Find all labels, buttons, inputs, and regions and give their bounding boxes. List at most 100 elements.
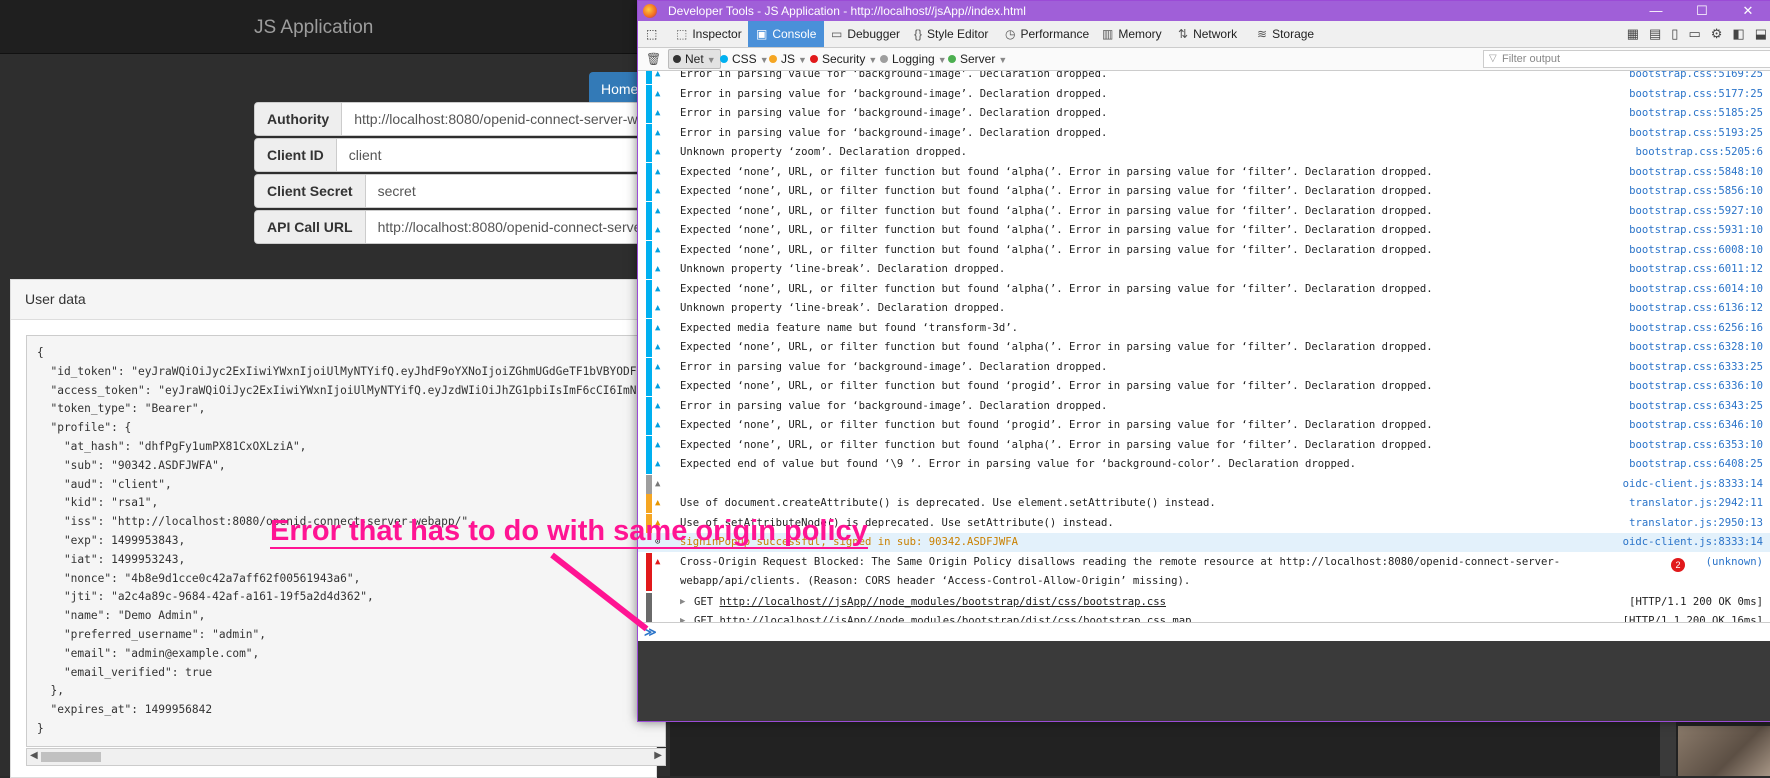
element-picker-icon[interactable]: ⬚: [646, 21, 657, 47]
dock-bottom-icon[interactable]: ⬓: [1755, 21, 1767, 47]
message-source-link[interactable]: bootstrap.css:5177:25: [1629, 85, 1763, 104]
message-source-link[interactable]: bootstrap.css:6328:10: [1629, 338, 1763, 357]
console-message[interactable]: ▲ Expected ‘none’, URL, or filter functio…: [638, 162, 1770, 182]
settings-gear-icon[interactable]: ⚙: [1711, 21, 1723, 47]
json-line: {: [37, 346, 44, 359]
json-line: "email_verified": true: [37, 665, 213, 679]
console-message[interactable]: ▲ Error in parsing value for ‘background-…: [638, 357, 1770, 377]
page-scrollbar[interactable]: [1660, 720, 1676, 776]
tab-label: Debugger: [847, 27, 901, 41]
message-source-link[interactable]: bootstrap.css:6336:10: [1629, 377, 1763, 396]
message-source-link[interactable]: bootstrap.css:6408:25: [1629, 455, 1763, 474]
filter-server[interactable]: Server ▼: [948, 48, 1007, 70]
maximize-icon[interactable]: ☐: [1679, 1, 1725, 21]
tab-inspector[interactable]: ⬚ Inspector: [676, 21, 742, 47]
dock-side-icon[interactable]: ◧: [1732, 21, 1744, 47]
console-message[interactable]: ▲ Expected ‘none’, URL, or filter functio…: [638, 377, 1770, 396]
console-message[interactable]: ▲ Expected end of value but found ‘\9 ’. …: [638, 455, 1770, 474]
filter-js[interactable]: JS ▼: [769, 48, 807, 70]
responsive-icon[interactable]: ▯: [1671, 21, 1678, 47]
message-source-link[interactable]: bootstrap.css:5931:10: [1629, 221, 1763, 240]
horizontal-scrollbar[interactable]: ◀ ▶: [26, 748, 666, 766]
console-message[interactable]: ▲ Expected ‘none’, URL, or filter functio…: [638, 279, 1770, 299]
message-source-link[interactable]: bootstrap.css:6014:10: [1629, 280, 1763, 299]
console-message[interactable]: ▲ Expected ‘none’, URL, or filter functio…: [638, 435, 1770, 455]
tab-storage[interactable]: ≋ Storage: [1257, 21, 1314, 47]
message-type-bar: [646, 279, 652, 299]
filter-css[interactable]: CSS ▼: [720, 48, 769, 70]
tab-style-editor[interactable]: {} Style Editor: [914, 21, 988, 47]
frame-icon[interactable]: ▤: [1649, 21, 1661, 47]
tab-network[interactable]: ⇅ Network: [1178, 21, 1237, 47]
filter-output-input[interactable]: ▽ Filter output: [1483, 50, 1770, 68]
message-source-link[interactable]: bootstrap.css:5193:25: [1629, 124, 1763, 143]
dot-icon: [769, 55, 777, 63]
cors-error-message[interactable]: ▲ Cross-Origin Request Blocked: The Same …: [638, 552, 1770, 591]
filter-security[interactable]: Security ▼: [810, 48, 877, 70]
message-source-link[interactable]: bootstrap.css:6011:12: [1629, 260, 1763, 279]
message-source-link[interactable]: bootstrap.css:5856:10: [1629, 182, 1763, 201]
split-console-icon[interactable]: ▭: [1688, 21, 1700, 47]
network-request-row[interactable]: ▶ GET http://localhost//jsApp//node_modul…: [638, 592, 1770, 612]
message-source-link[interactable]: bootstrap.css:5169:25: [1629, 71, 1763, 84]
tab-console[interactable]: ▣ Console: [748, 21, 825, 47]
console-message[interactable]: ▲ Expected ‘none’, URL, or filter functio…: [638, 240, 1770, 260]
message-source-link[interactable]: bootstrap.css:5848:10: [1629, 163, 1763, 182]
message-source-link[interactable]: bootstrap.css:5927:10: [1629, 202, 1763, 221]
filter-placeholder: Filter output: [1502, 53, 1561, 65]
console-message[interactable]: ▲ Expected ‘none’, URL, or filter functio…: [638, 221, 1770, 240]
console-message[interactable]: ▲ Unknown property ‘line-break’. Declarat…: [638, 260, 1770, 279]
message-source-link[interactable]: bootstrap.css:6343:25: [1629, 397, 1763, 416]
console-message[interactable]: ▲ Expected ‘none’, URL, or filter functio…: [638, 201, 1770, 221]
message-source-link[interactable]: bootstrap.css:6008:10: [1629, 241, 1763, 260]
tab-debugger[interactable]: ▭ Debugger: [831, 21, 900, 47]
message-source-link[interactable]: bootstrap.css:6346:10: [1629, 416, 1763, 435]
close-icon[interactable]: ✕: [1725, 1, 1770, 21]
console-message[interactable]: ▲ Use of document.createAttribute() is de…: [638, 494, 1770, 513]
request-url-link[interactable]: http://localhost//jsApp//node_modules/bo…: [720, 596, 1166, 608]
message-source-link[interactable]: bootstrap.css:5205:6: [1635, 143, 1763, 162]
console-message[interactable]: ▲ Expected ‘none’, URL, or filter functio…: [638, 416, 1770, 435]
console-command-line[interactable]: ≫: [638, 622, 1770, 641]
expand-triangle-icon[interactable]: ▶: [680, 593, 685, 612]
json-line: "sub": "90342.ASDFJWFA",: [37, 458, 226, 472]
console-message[interactable]: ▲ Expected ‘none’, URL, or filter functio…: [638, 182, 1770, 201]
console-message[interactable]: ▲ Error in parsing value for ‘background-…: [638, 396, 1770, 416]
filter-logging[interactable]: Logging ▼: [880, 48, 947, 70]
message-source-link[interactable]: translator.js:2942:11: [1629, 494, 1763, 513]
message-source-link[interactable]: bootstrap.css:6333:25: [1629, 358, 1763, 377]
console-message[interactable]: ▲ Unknown property ‘line-break’. Declarat…: [638, 299, 1770, 318]
console-message[interactable]: ▲ oidc-client.js:8333:14: [638, 474, 1770, 494]
message-source-link[interactable]: translator.js:2950:13: [1629, 514, 1763, 533]
console-message[interactable]: ▲ Error in parsing value for ‘background-…: [638, 123, 1770, 143]
tab-performance[interactable]: ◷ Performance: [1005, 21, 1089, 47]
message-source-link[interactable]: bootstrap.css:5185:25: [1629, 104, 1763, 123]
scroll-left-icon[interactable]: ◀: [30, 750, 38, 761]
devtools-toolbar: ⬚ ⬚ Inspector ▣ Console ▭ Debugger {} Style …: [638, 21, 1770, 48]
message-source-link[interactable]: oidc-client.js:8333:14: [1623, 533, 1763, 552]
tab-memory[interactable]: ▥ Memory: [1102, 21, 1162, 47]
console-message[interactable]: ▲ Error in parsing value for ‘background-…: [638, 84, 1770, 104]
console-message[interactable]: ▲ Expected media feature name but found ‘…: [638, 318, 1770, 338]
warning-icon: ▲: [655, 205, 661, 216]
console-message[interactable]: ▲ Unknown property ‘zoom’. Declaration dr…: [638, 143, 1770, 162]
console-message[interactable]: ▲ Error in parsing value for ‘background-…: [638, 104, 1770, 123]
layout-icon[interactable]: ▦: [1627, 21, 1639, 47]
message-source-link[interactable]: oidc-client.js:8333:14: [1623, 475, 1763, 494]
scrollbar-thumb[interactable]: [41, 752, 101, 762]
trash-icon[interactable]: 🗑: [646, 48, 661, 70]
warning-icon: ▲: [655, 186, 661, 196]
message-type-bar: [646, 71, 652, 84]
message-source-link[interactable]: bootstrap.css:6353:10: [1629, 436, 1763, 455]
message-source-link[interactable]: bootstrap.css:6256:16: [1629, 319, 1763, 338]
filter-net[interactable]: Net ▼: [668, 49, 721, 69]
console-message[interactable]: ▲ Expected ‘none’, URL, or filter functio…: [638, 338, 1770, 357]
chevron-down-icon: ▼: [868, 55, 878, 65]
tab-label: Storage: [1272, 27, 1315, 41]
devtools-titlebar[interactable]: Developer Tools - JS Application - http:…: [638, 1, 1770, 21]
app-title[interactable]: JS Application: [254, 17, 373, 39]
message-source-link[interactable]: bootstrap.css:6136:12: [1629, 299, 1763, 318]
console-message[interactable]: ▲ Error in parsing value for ‘background-…: [638, 71, 1770, 84]
minimize-icon[interactable]: —: [1633, 1, 1679, 21]
scroll-right-icon[interactable]: ▶: [654, 750, 662, 761]
